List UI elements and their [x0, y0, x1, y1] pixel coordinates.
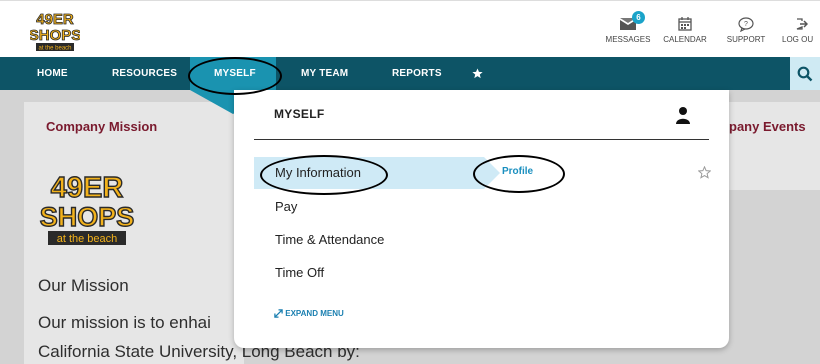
nav-home[interactable]: HOME	[37, 57, 68, 90]
mission-logo-line-3: at the beach	[57, 233, 118, 245]
person-icon	[676, 107, 690, 124]
main-nav: HOME RESOURCES MYSELF MY TEAM REPORTS	[0, 57, 820, 90]
annotation-circle-my-information	[260, 155, 388, 195]
nav-resources[interactable]: RESOURCES	[112, 57, 177, 90]
nav-reports[interactable]: REPORTS	[392, 57, 442, 90]
menu-item-time-off[interactable]: Time Off	[275, 265, 324, 280]
expand-menu-link[interactable]: EXPAND MENU	[274, 309, 344, 319]
menu-item-time-attendance[interactable]: Time & Attendance	[275, 232, 384, 247]
nav-favorites[interactable]	[472, 57, 483, 90]
myself-dropdown: MYSELF My Information Pay Time & Attenda…	[234, 90, 729, 348]
messages-link[interactable]: 6 MESSAGES	[598, 11, 658, 44]
calendar-link[interactable]: CALENDAR	[655, 13, 715, 44]
messages-label: MESSAGES	[605, 35, 651, 44]
svg-text:?: ?	[744, 21, 748, 28]
annotation-circle-profile	[473, 155, 565, 193]
support-link[interactable]: ? SUPPORT	[716, 13, 776, 44]
mission-logo-line-1: 49ER	[51, 172, 124, 204]
calendar-icon	[678, 17, 692, 31]
messages-badge: 6	[632, 11, 645, 24]
top-header: 49ER SHOPS at the beach 6 MESSAGES CALEN…	[0, 0, 820, 58]
mission-text-line-1: Our mission is to enhai	[38, 313, 211, 332]
nav-my-team[interactable]: MY TEAM	[301, 57, 348, 90]
search-icon	[797, 66, 813, 81]
menu-item-pay[interactable]: Pay	[275, 199, 297, 214]
company-events-title: pany Events	[729, 119, 806, 134]
dropdown-title: MYSELF	[274, 107, 325, 121]
annotation-circle-myself	[188, 57, 282, 95]
expand-menu-label: EXPAND MENU	[285, 309, 344, 318]
mission-heading: Our Mission	[38, 276, 129, 295]
mission-logo-line-2: SHOPS	[40, 202, 135, 232]
logo-line-3: at the beach	[38, 46, 71, 52]
events-card-body	[715, 150, 820, 190]
star-icon	[472, 68, 483, 79]
support-label: SUPPORT	[726, 35, 766, 44]
calendar-label: CALENDAR	[663, 35, 707, 44]
logout-label: LOG OU	[782, 35, 814, 44]
logo-line-1: 49ER	[36, 11, 74, 28]
mission-logo: 49ER SHOPS at the beach	[39, 171, 135, 245]
company-logo[interactable]: 49ER SHOPS at the beach	[30, 9, 80, 53]
logo-line-2: SHOPS	[30, 27, 80, 44]
company-mission-title: Company Mission	[46, 119, 158, 134]
expand-icon	[274, 309, 283, 319]
support-icon: ?	[738, 16, 754, 32]
dropdown-divider	[254, 139, 709, 140]
logout-link[interactable]: LOG OU	[782, 13, 820, 44]
star-outline-icon[interactable]	[698, 166, 711, 179]
search-button[interactable]	[790, 57, 820, 90]
logout-icon	[796, 18, 808, 30]
